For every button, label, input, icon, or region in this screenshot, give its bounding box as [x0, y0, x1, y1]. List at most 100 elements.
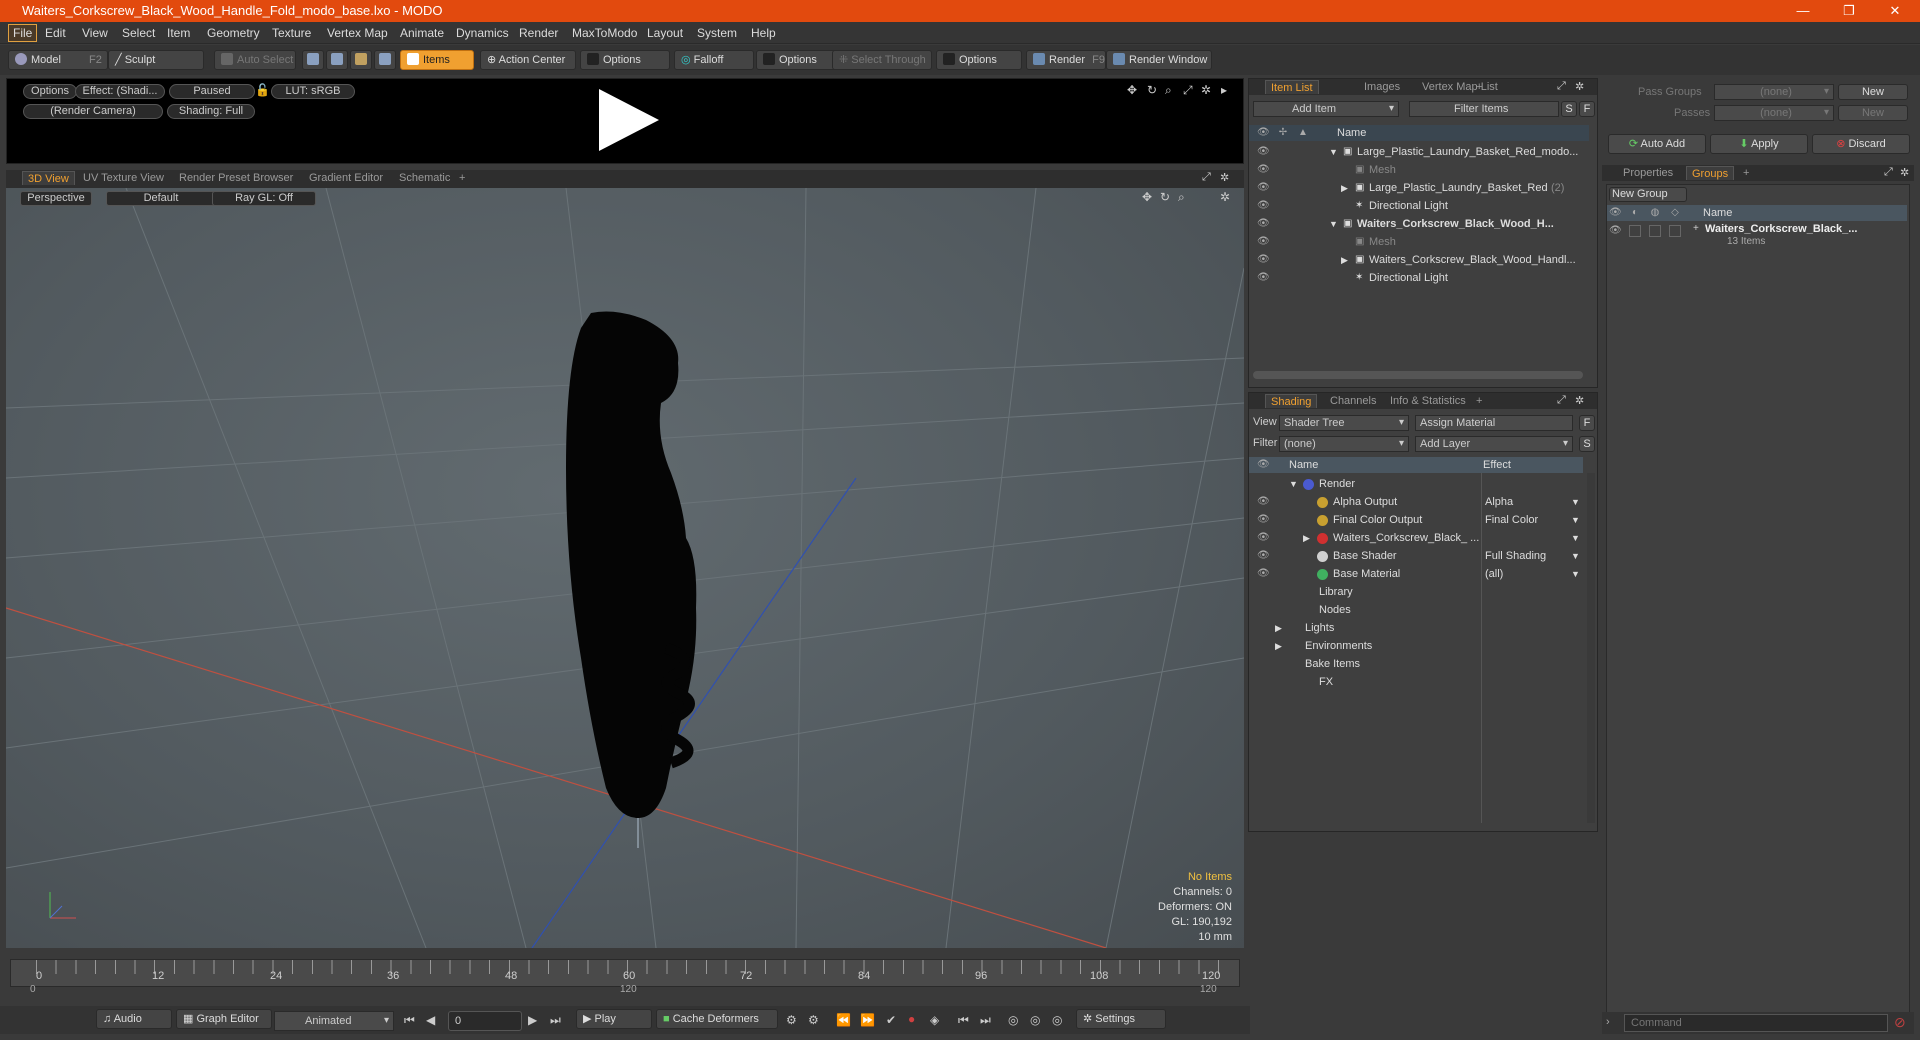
next-key-icon[interactable]: ⏭	[980, 1013, 991, 1028]
key-icon[interactable]: ◎	[1008, 1013, 1018, 1027]
chevron-right-icon[interactable]: ▶	[1275, 637, 1282, 655]
key-icon[interactable]: ⚙	[808, 1013, 819, 1027]
search-s-button[interactable]: S	[1561, 101, 1577, 117]
gear-icon[interactable]: ✲	[1575, 394, 1584, 407]
restore-button[interactable]: ❐	[1826, 0, 1872, 22]
tab-schematic[interactable]: Schematic	[394, 171, 455, 185]
viewport-default[interactable]: Default	[106, 191, 216, 206]
new-pass-button[interactable]: New	[1838, 105, 1908, 121]
move-icon[interactable]: ✥	[1142, 190, 1152, 204]
rotate-icon[interactable]: ↻	[1147, 83, 1157, 97]
expand-icon[interactable]: +	[1693, 223, 1699, 234]
tab-info-statistics[interactable]: Info & Statistics	[1385, 394, 1471, 408]
s-button[interactable]: S	[1579, 436, 1595, 452]
chevron-right-icon[interactable]: ▶	[1303, 529, 1310, 547]
select-through-button[interactable]: ⁜ Select Through	[832, 50, 932, 70]
eye-icon[interactable]: 👁	[1257, 164, 1270, 176]
menu-file[interactable]: File	[8, 24, 38, 42]
minimize-button[interactable]: —	[1780, 0, 1826, 22]
sculpt-mode-button[interactable]: ╱ Sculpt	[108, 50, 204, 70]
filter-items-input[interactable]: Filter Items	[1409, 101, 1559, 117]
chevron-down-icon[interactable]: ▼	[1329, 215, 1338, 233]
discard-button[interactable]: ⊗ Discard	[1812, 134, 1910, 154]
auto-add-button[interactable]: ⟳ Auto Add	[1608, 134, 1706, 154]
move-icon[interactable]: ✥	[1127, 83, 1137, 97]
chevron-down-icon[interactable]: ▼	[1329, 143, 1338, 161]
gear-icon[interactable]: ✲	[1201, 83, 1211, 97]
f-button[interactable]: F	[1579, 415, 1595, 431]
eye-icon[interactable]: 👁	[1257, 182, 1270, 194]
shader-tree-row[interactable]: Nodes	[1249, 601, 1583, 619]
add-layer-dropdown[interactable]: Add Layer	[1415, 436, 1573, 452]
assign-material-button[interactable]: Assign Material	[1415, 415, 1573, 431]
select-through-options-button[interactable]: Options	[936, 50, 1022, 70]
tab-shading[interactable]: Shading	[1265, 394, 1318, 408]
falloff-options-button[interactable]: Options	[756, 50, 836, 70]
play-icon[interactable]	[593, 85, 663, 155]
action-center-options-button[interactable]: Options	[580, 50, 670, 70]
pass-groups-dropdown[interactable]: (none)	[1714, 84, 1834, 100]
skip-end-icon[interactable]: ⏭	[550, 1013, 561, 1028]
stop-icon[interactable]: ⊘	[1894, 1014, 1906, 1031]
group-row[interactable]: 👁 + Waiters_Corkscrew_Black_... 13 Items	[1607, 223, 1907, 251]
eye-icon[interactable]: 👁	[1257, 236, 1270, 248]
chevron-right-icon[interactable]: ▶	[1275, 619, 1282, 637]
eye-icon[interactable]: 👁	[1609, 225, 1622, 237]
tab-gradient-editor[interactable]: Gradient Editor	[304, 171, 388, 185]
select-toggle[interactable]	[1669, 225, 1681, 237]
record-icon[interactable]: ●	[908, 1012, 915, 1026]
prev-key-icon[interactable]: ⏪	[836, 1013, 851, 1027]
eye-icon[interactable]: 👁	[1257, 568, 1270, 580]
next-key-icon[interactable]: ⏩	[860, 1013, 875, 1027]
menu-help[interactable]: Help	[751, 26, 776, 40]
gear-icon[interactable]: ✲	[1220, 190, 1230, 204]
item-list-row[interactable]: 👁 ▶ ▣ Large_Plastic_Laundry_Basket_Red (2)	[1249, 179, 1589, 197]
menu-vertex-map[interactable]: Vertex Map	[327, 26, 388, 40]
add-tab-button[interactable]: +	[1471, 394, 1487, 408]
cache-deformers-button[interactable]: ■ Cache Deformers	[656, 1009, 778, 1029]
item-list-row[interactable]: 👁 ✶ Directional Light	[1249, 269, 1589, 287]
item-list-row[interactable]: 👁 ▼ ▣ Waiters_Corkscrew_Black_Wood_H...	[1249, 215, 1589, 233]
maximize-icon[interactable]: ⤢	[1557, 80, 1566, 93]
zoom-icon[interactable]: ⌕	[1165, 83, 1172, 98]
menu-animate[interactable]: Animate	[400, 26, 444, 40]
tab-groups[interactable]: Groups	[1686, 166, 1735, 180]
graph-editor-button[interactable]: ▦ Graph Editor	[176, 1009, 272, 1029]
menu-dynamics[interactable]: Dynamics	[456, 26, 509, 40]
filter-f-button[interactable]: F	[1579, 101, 1595, 117]
tab-properties[interactable]: Properties	[1618, 166, 1678, 180]
viewport-raygl[interactable]: Ray GL: Off	[212, 191, 316, 206]
tab-3d-view[interactable]: 3D View	[22, 171, 75, 185]
menu-select[interactable]: Select	[122, 26, 155, 40]
shader-tree-row[interactable]: FX	[1249, 673, 1583, 691]
tab-vertex-map-list[interactable]: Vertex Map List	[1417, 80, 1503, 94]
apply-button[interactable]: ⬇ Apply	[1710, 134, 1808, 154]
render-preview[interactable]: Options Effect: (Shadi... Paused 🔓 LUT: …	[6, 78, 1244, 164]
tab-images[interactable]: Images	[1359, 80, 1405, 94]
frame-input[interactable]: 0	[448, 1011, 522, 1031]
horizontal-scrollbar[interactable]	[1253, 371, 1583, 379]
model-mode-button[interactable]: Model F2	[8, 50, 108, 70]
shader-tree-row[interactable]: ▼ Render	[1249, 475, 1583, 493]
filter-dropdown[interactable]: (none)	[1279, 436, 1409, 452]
eye-icon[interactable]: 👁	[1257, 200, 1270, 212]
prev-key-icon[interactable]: ⏮	[958, 1013, 969, 1028]
polygons-mode-button[interactable]	[350, 50, 372, 70]
eye-icon[interactable]: 👁	[1257, 532, 1270, 544]
effect-dropdown[interactable]: (all)	[1485, 565, 1503, 583]
vertical-scrollbar[interactable]	[1587, 473, 1595, 823]
eye-icon[interactable]: 👁	[1257, 496, 1270, 508]
chevron-down-icon[interactable]: ▼	[1571, 547, 1580, 565]
chevron-right-icon[interactable]: ▶	[1341, 251, 1348, 269]
step-back-icon[interactable]: ◀	[426, 1013, 435, 1027]
chevron-down-icon[interactable]: ▼	[1571, 493, 1580, 511]
vertices-mode-button[interactable]	[302, 50, 324, 70]
key-icon[interactable]: ◎	[1030, 1013, 1040, 1027]
arrow-right-icon[interactable]: ▸	[1221, 83, 1227, 97]
viewport-perspective[interactable]: Perspective	[20, 191, 92, 206]
menu-edit[interactable]: Edit	[45, 26, 66, 40]
shader-tree-row[interactable]: 👁 Alpha Output Alpha ▼	[1249, 493, 1583, 511]
new-group-button[interactable]: New Group	[1609, 187, 1687, 202]
item-list-row[interactable]: 👁 ✶ Directional Light	[1249, 197, 1589, 215]
render-window-button[interactable]: Render Window	[1106, 50, 1212, 70]
